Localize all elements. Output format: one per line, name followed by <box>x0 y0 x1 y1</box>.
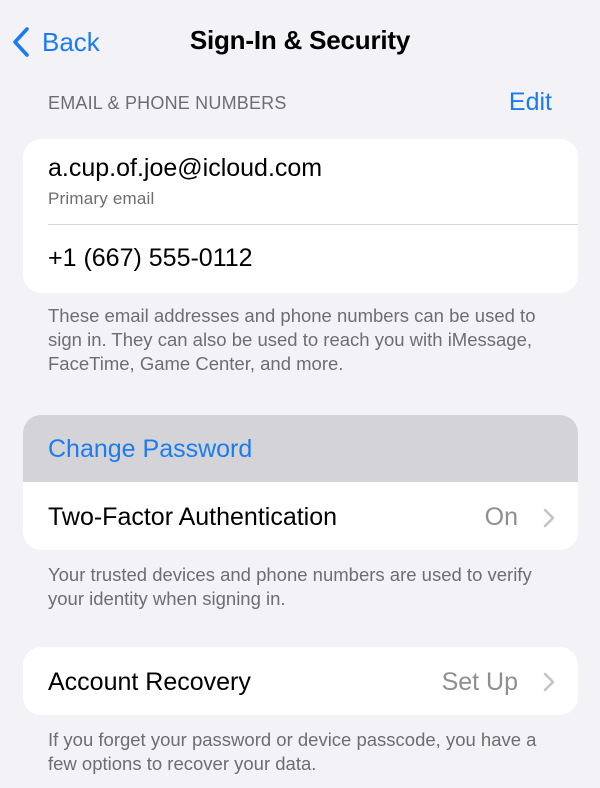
account-recovery-label: Account Recovery <box>48 668 251 696</box>
account-recovery-status: Set Up <box>441 668 518 696</box>
email-phone-footer: These email addresses and phone numbers … <box>48 305 536 374</box>
email-subtitle: Primary email <box>48 189 155 208</box>
recovery-footer: If you forget your password or device pa… <box>48 729 537 774</box>
edit-button[interactable]: Edit <box>509 88 552 117</box>
chevron-right-icon <box>543 672 555 692</box>
chevron-right-icon <box>543 508 555 528</box>
two-factor-status: On <box>484 503 518 531</box>
phone-row[interactable]: +1 (667) 555-0112 <box>23 225 578 293</box>
security-footer: Your trusted devices and phone numbers a… <box>48 564 532 609</box>
recovery-group: Account Recovery Set Up <box>23 647 578 715</box>
navigation-bar: Back Sign-In & Security <box>0 0 600 84</box>
section-header-email-phone: EMAIL & PHONE NUMBERS <box>48 93 287 113</box>
email-row[interactable]: a.cup.of.joe@icloud.com Primary email <box>23 139 578 225</box>
account-recovery-row[interactable]: Account Recovery Set Up <box>23 647 578 715</box>
email-phone-group: a.cup.of.joe@icloud.com Primary email +1… <box>23 139 578 293</box>
two-factor-row[interactable]: Two-Factor Authentication On <box>23 482 578 550</box>
page-title: Sign-In & Security <box>189 25 411 55</box>
two-factor-label: Two-Factor Authentication <box>48 503 338 531</box>
change-password-label: Change Password <box>48 435 253 463</box>
email-address: a.cup.of.joe@icloud.com <box>48 154 323 182</box>
change-password-row[interactable]: Change Password <box>23 415 578 482</box>
security-group: Change Password Two-Factor Authenticatio… <box>23 415 578 550</box>
phone-number: +1 (667) 555-0112 <box>48 244 253 272</box>
